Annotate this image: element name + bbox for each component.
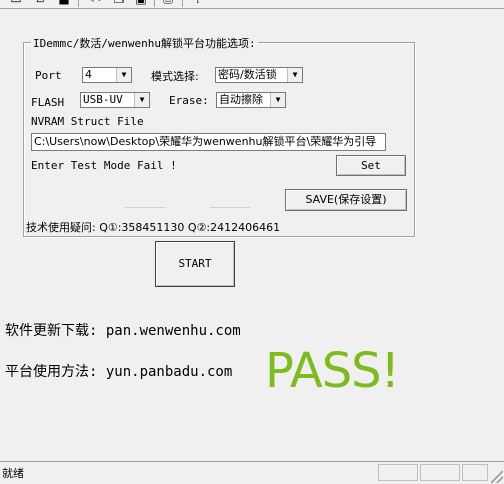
flash-select[interactable]: USB-UV ▼ bbox=[80, 92, 150, 108]
toolbar: ▭ ▱ ■ ✂ ❐ ▣ ⎙ ? bbox=[0, 0, 504, 9]
erase-value: 自动擦除 bbox=[219, 93, 263, 106]
open-icon[interactable]: ▱ bbox=[33, 0, 49, 6]
divider bbox=[125, 207, 165, 208]
toolbar-separator bbox=[78, 0, 79, 7]
start-button[interactable]: START bbox=[155, 241, 235, 287]
usage-info: 平台使用方法: yun.panbadu.com bbox=[5, 364, 233, 380]
download-info: 软件更新下载: pan.wenwenhu.com bbox=[5, 323, 241, 339]
status-text: 就绪 bbox=[2, 467, 24, 480]
resize-grip-icon[interactable] bbox=[491, 471, 503, 483]
erase-select[interactable]: 自动擦除 ▼ bbox=[216, 92, 286, 108]
mode-select[interactable]: 密码/数活锁 ▼ bbox=[215, 67, 303, 83]
port-label: Port bbox=[35, 69, 62, 82]
set-button[interactable]: Set bbox=[336, 155, 406, 176]
status-message: Enter Test Mode Fail ! bbox=[31, 159, 177, 172]
mode-value: 密码/数活锁 bbox=[218, 68, 277, 81]
copy-icon[interactable]: ❐ bbox=[111, 0, 127, 6]
print-icon[interactable]: ⎙ bbox=[160, 0, 176, 6]
chevron-down-icon: ▼ bbox=[134, 93, 149, 107]
port-select[interactable]: 4 ▼ bbox=[82, 67, 132, 83]
port-value: 4 bbox=[85, 68, 92, 81]
mode-label: 模式选择: bbox=[151, 70, 199, 83]
nvram-label: NVRAM Struct File bbox=[31, 115, 144, 128]
paste-icon[interactable]: ▣ bbox=[133, 0, 149, 6]
save-settings-button[interactable]: SAVE(保存设置) bbox=[285, 189, 407, 211]
group-title: IDemmc/数活/wenwenhu解锁平台功能选项: bbox=[31, 35, 258, 51]
flash-label: FLASH bbox=[31, 96, 65, 109]
statusbar: 就绪 bbox=[0, 461, 504, 484]
save-icon[interactable]: ■ bbox=[56, 0, 72, 6]
chevron-down-icon: ▼ bbox=[116, 68, 131, 82]
erase-label: Erase: bbox=[169, 94, 209, 107]
flash-value: USB-UV bbox=[83, 93, 123, 106]
toolbar-separator bbox=[182, 0, 183, 7]
status-pane bbox=[420, 464, 460, 481]
chevron-down-icon: ▼ bbox=[287, 68, 302, 82]
cut-icon[interactable]: ✂ bbox=[88, 0, 104, 6]
new-icon[interactable]: ▭ bbox=[8, 0, 24, 6]
help-icon[interactable]: ? bbox=[190, 0, 206, 6]
nvram-path-input[interactable]: C:\Users\now\Desktop\荣耀华为wenwenhu解锁平台\荣耀… bbox=[31, 133, 386, 151]
status-pane bbox=[378, 464, 418, 481]
status-pane bbox=[462, 464, 488, 481]
result-pass-text: PASS! bbox=[265, 343, 400, 399]
chevron-down-icon: ▼ bbox=[270, 93, 285, 107]
support-info: 技术使用疑问: Q①:358451130 Q②:2412406461 bbox=[26, 221, 281, 234]
divider bbox=[210, 207, 250, 208]
toolbar-separator bbox=[154, 0, 155, 7]
